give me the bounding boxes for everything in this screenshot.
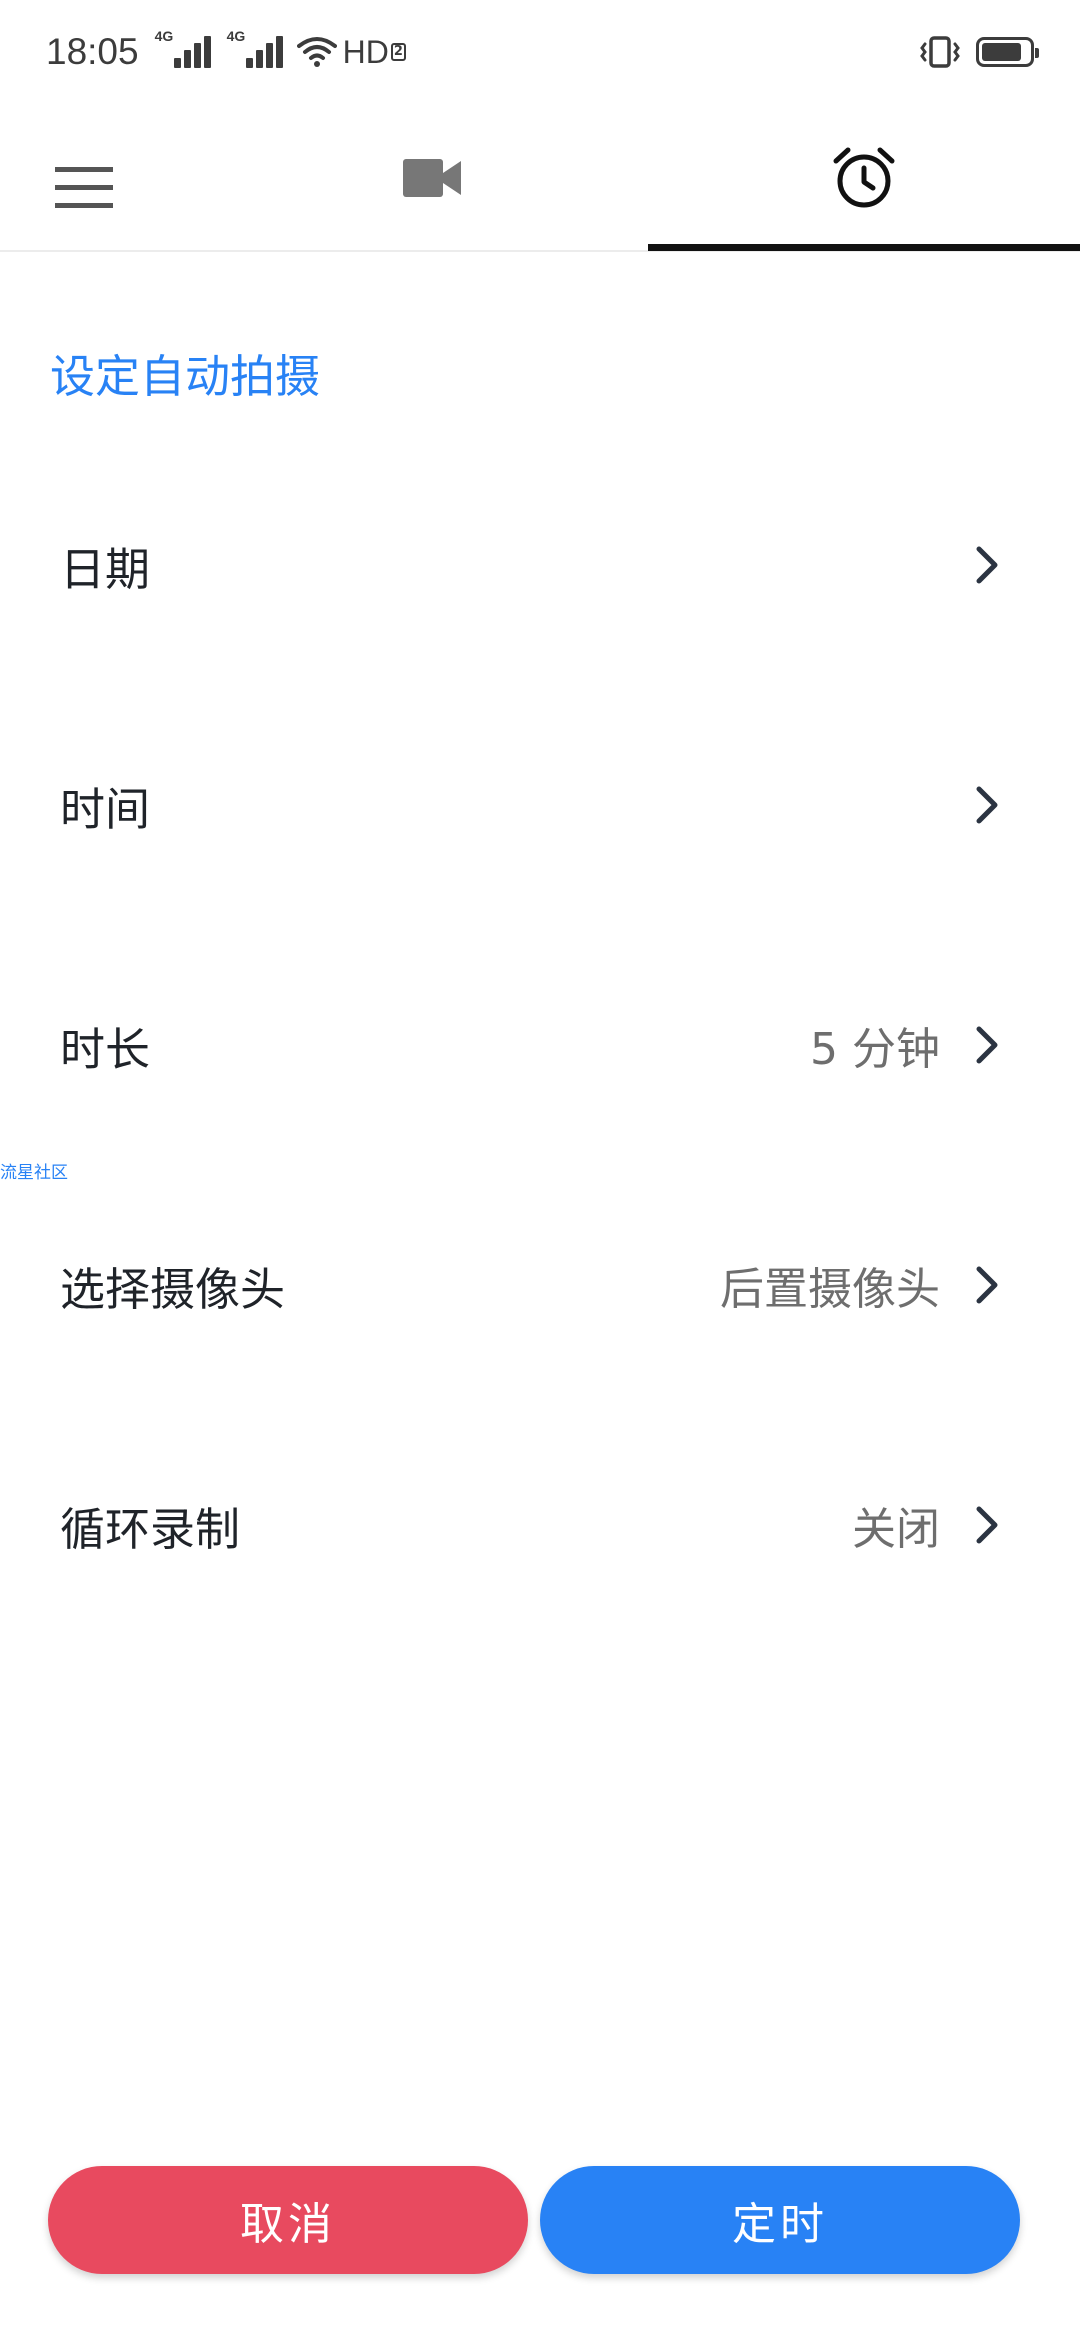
status-time: 18:05 <box>46 31 139 72</box>
battery-level <box>982 43 1022 61</box>
settings-list: 日期时间时长 5 分钟选择摄像头 后置摄像头循环录制 关闭 <box>0 445 1080 1645</box>
selected-tab-indicator <box>648 244 1080 251</box>
tab-video[interactable] <box>216 104 648 252</box>
set-timer-button[interactable]: 定时 <box>540 2166 1020 2274</box>
signal-2-network-tag: 4G <box>226 28 246 44</box>
chevron-right-icon <box>970 1023 1004 1067</box>
section-title: 设定自动拍摄 <box>50 350 321 403</box>
battery-icon <box>976 37 1039 67</box>
wifi-icon <box>296 37 337 67</box>
row-label: 时长 <box>60 1022 151 1076</box>
settings-row-date[interactable]: 日期 <box>0 445 1080 685</box>
chevron-right-icon <box>970 783 1004 827</box>
menu-icon <box>55 167 113 208</box>
row-value: 关闭 <box>852 1504 940 1555</box>
settings-row-duration[interactable]: 时长 5 分钟 <box>0 925 1080 1165</box>
cellular-signal-2-icon: 4G <box>225 28 283 68</box>
row-label: 日期 <box>60 542 151 596</box>
tab-timer[interactable] <box>648 104 1080 252</box>
signal-1-network-tag: 4G <box>154 28 174 44</box>
cellular-signal-1-icon: 4G <box>153 28 211 68</box>
row-label: 选择摄像头 <box>60 1262 286 1316</box>
vibrate-icon <box>920 36 960 68</box>
video-camera-icon <box>403 159 461 197</box>
row-value: 后置摄像头 <box>720 1264 940 1315</box>
watermark: 流星社区 <box>0 1163 68 1183</box>
chevron-right-icon <box>970 1503 1004 1547</box>
settings-row-camera[interactable]: 选择摄像头 后置摄像头 <box>0 1165 1080 1405</box>
settings-row-loop-recording[interactable]: 循环录制 关闭 <box>0 1405 1080 1645</box>
hd-sim-badge: 2 <box>390 43 406 61</box>
settings-row-time[interactable]: 时间 <box>0 685 1080 925</box>
status-right <box>918 35 1039 69</box>
row-label: 时间 <box>60 782 151 836</box>
status-bar: 18:05 4G 4G HD 2 <box>0 0 1080 104</box>
menu-button[interactable] <box>40 144 128 232</box>
chevron-right-icon <box>970 543 1004 587</box>
row-value: 5 分钟 <box>810 1024 940 1075</box>
row-label: 循环录制 <box>60 1502 241 1556</box>
alarm-clock-icon <box>833 147 895 208</box>
chevron-right-icon <box>970 1263 1004 1307</box>
cancel-button[interactable]: 取消 <box>48 2166 528 2274</box>
hd-voice-label: HD <box>342 33 389 70</box>
status-left: 18:05 4G 4G HD 2 <box>46 28 406 73</box>
top-toolbar <box>0 104 1080 252</box>
